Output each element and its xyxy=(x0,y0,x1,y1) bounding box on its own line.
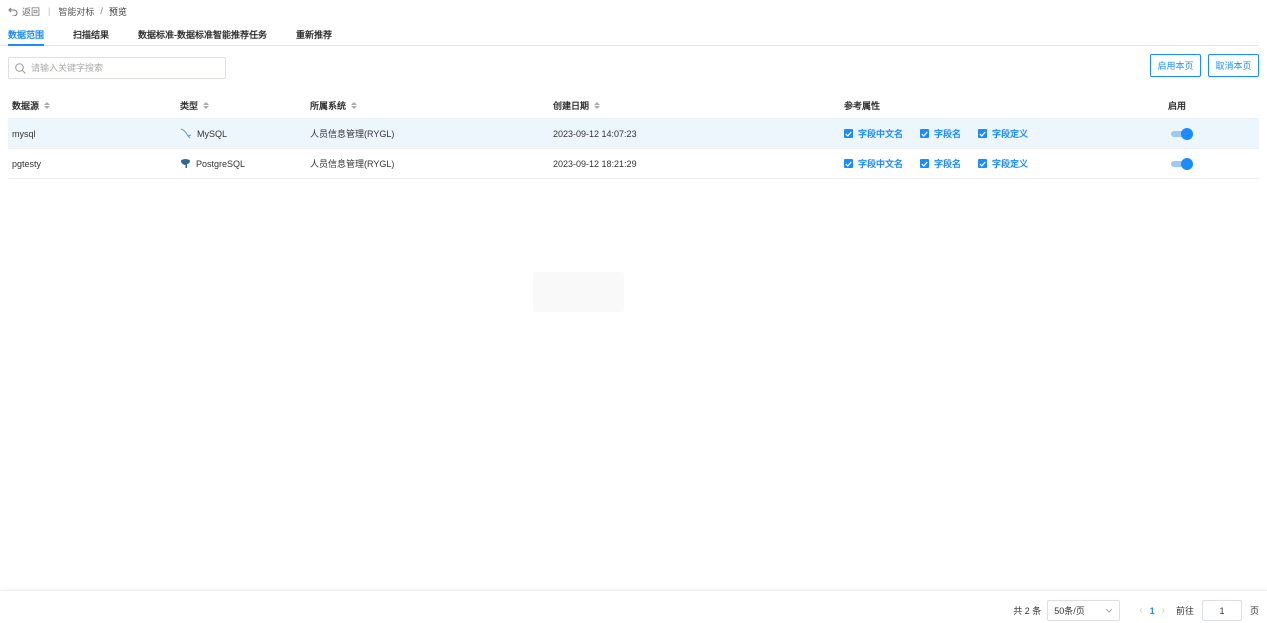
checkbox-label: 字段定义 xyxy=(992,129,1029,139)
cell-type-label: MySQL xyxy=(197,128,228,139)
checkbox-attr-name[interactable]: 字段名 xyxy=(920,157,961,170)
header-source-label: 数据源 xyxy=(12,100,40,111)
cell-enabled xyxy=(1164,157,1259,170)
cell-created: 2023-09-12 18:21:29 xyxy=(553,158,637,169)
sort-icon[interactable] xyxy=(203,101,210,109)
header-type-label: 类型 xyxy=(180,100,199,111)
table-row[interactable]: pgtesty PostgreSQL 人员信息管理(RYGL) 2023-09-… xyxy=(8,149,1259,179)
table-header: 数据源 类型 所属系统 创建日期 参考属性 启用 xyxy=(8,92,1259,119)
header-created[interactable]: 创建日期 xyxy=(549,99,840,112)
tab-recommend-task[interactable]: 数据标准-数据标准智能推荐任务 xyxy=(138,28,267,46)
cell-source: pgtesty xyxy=(12,158,42,169)
cell-system: 人员信息管理(RYGL) xyxy=(310,129,395,139)
sort-icon[interactable] xyxy=(351,101,358,109)
goto-page-input[interactable] xyxy=(1201,600,1242,621)
cell-source: mysql xyxy=(12,128,36,139)
header-system-label: 所属系统 xyxy=(310,100,347,111)
checkbox-attr-cn-name[interactable]: 字段中文名 xyxy=(844,157,903,170)
separator: | xyxy=(48,6,51,16)
prev-page-icon[interactable]: ‹ xyxy=(1139,605,1142,616)
breadcrumb-bar: 返回 | 智能对标 / 预览 xyxy=(8,4,127,18)
enable-toggle[interactable] xyxy=(1171,127,1193,140)
breadcrumb-slash: / xyxy=(100,6,103,16)
header-enabled: 启用 xyxy=(1164,99,1259,112)
cell-type-label: PostgreSQL xyxy=(196,158,246,169)
page-unit-label: 页 xyxy=(1249,606,1259,616)
tab-scan-results[interactable]: 扫描结果 xyxy=(73,28,109,46)
total-count: 共 2 条 xyxy=(1013,606,1042,616)
checkbox-label: 字段名 xyxy=(934,129,962,139)
next-page-icon[interactable]: › xyxy=(1162,605,1165,616)
checkbox-attr-name[interactable]: 字段名 xyxy=(920,127,961,140)
checkbox-label: 字段名 xyxy=(934,159,962,169)
tab-re-recommend[interactable]: 重新推荐 xyxy=(296,28,332,46)
cell-attrs: 字段中文名 字段名 字段定义 xyxy=(840,127,1164,140)
page-number[interactable]: 1 xyxy=(1150,606,1155,616)
breadcrumb-parent[interactable]: 智能对标 xyxy=(58,5,94,18)
back-button[interactable]: 返回 xyxy=(8,5,40,18)
table-row[interactable]: mysql MySQL 人员信息管理(RYGL) 2023-09-12 14:0… xyxy=(8,119,1259,149)
checkbox-checked-icon xyxy=(978,129,988,138)
search-input[interactable] xyxy=(31,63,211,73)
cell-type: MySQL xyxy=(176,128,306,139)
sort-icon[interactable] xyxy=(44,101,51,109)
postgresql-elephant-icon xyxy=(181,159,190,168)
header-type[interactable]: 类型 xyxy=(176,99,306,112)
checkbox-attr-cn-name[interactable]: 字段中文名 xyxy=(844,127,903,140)
tab-bar: 数据范围 扫描结果 数据标准-数据标准智能推荐任务 重新推荐 xyxy=(0,28,1259,46)
checkbox-label: 字段定义 xyxy=(992,159,1029,169)
cancel-page-button[interactable]: 取消本页 xyxy=(1208,54,1259,77)
header-created-label: 创建日期 xyxy=(553,100,590,111)
header-enabled-label: 启用 xyxy=(1168,100,1187,111)
header-attrs-label: 参考属性 xyxy=(844,100,881,111)
loading-placeholder xyxy=(533,272,624,312)
chevron-down-icon xyxy=(1105,608,1113,613)
pagination: 共 2 条 50条/页 ‹ 1 › 前往 页 xyxy=(1013,600,1259,621)
checkbox-label: 字段中文名 xyxy=(858,159,904,169)
sort-icon[interactable] xyxy=(594,101,601,109)
cell-system: 人员信息管理(RYGL) xyxy=(310,159,395,169)
page-size-value: 50条/页 xyxy=(1054,606,1085,616)
checkbox-checked-icon xyxy=(844,159,853,168)
search-box xyxy=(8,57,226,79)
cell-enabled xyxy=(1164,127,1259,140)
checkbox-attr-definition[interactable]: 字段定义 xyxy=(978,157,1028,170)
enable-toggle[interactable] xyxy=(1171,157,1193,170)
footer: 共 2 条 50条/页 ‹ 1 › 前往 页 xyxy=(0,590,1267,623)
tab-data-scope[interactable]: 数据范围 xyxy=(8,28,45,46)
cell-type: PostgreSQL xyxy=(176,158,306,169)
undo-arrow-icon xyxy=(8,7,18,16)
checkbox-attr-definition[interactable]: 字段定义 xyxy=(978,127,1028,140)
cell-attrs: 字段中文名 字段名 字段定义 xyxy=(840,157,1164,170)
checkbox-checked-icon xyxy=(978,159,988,168)
cell-created: 2023-09-12 14:07:23 xyxy=(553,128,637,139)
page-size-select[interactable]: 50条/页 xyxy=(1047,600,1121,621)
header-source[interactable]: 数据源 xyxy=(8,99,176,112)
checkbox-checked-icon xyxy=(920,159,930,168)
header-system[interactable]: 所属系统 xyxy=(306,99,549,112)
enable-page-button[interactable]: 启用本页 xyxy=(1150,54,1201,77)
header-attrs: 参考属性 xyxy=(840,99,1164,112)
checkbox-checked-icon xyxy=(844,129,853,138)
data-source-table: 数据源 类型 所属系统 创建日期 参考属性 启用 mysql MySQL 人员信… xyxy=(8,92,1259,179)
mysql-dolphin-icon xyxy=(180,128,192,139)
checkbox-checked-icon xyxy=(920,129,930,138)
goto-label: 前往 xyxy=(1175,606,1194,616)
breadcrumb-current: 预览 xyxy=(108,6,127,17)
checkbox-label: 字段中文名 xyxy=(858,129,904,139)
search-icon xyxy=(15,62,26,74)
back-label: 返回 xyxy=(22,6,41,17)
